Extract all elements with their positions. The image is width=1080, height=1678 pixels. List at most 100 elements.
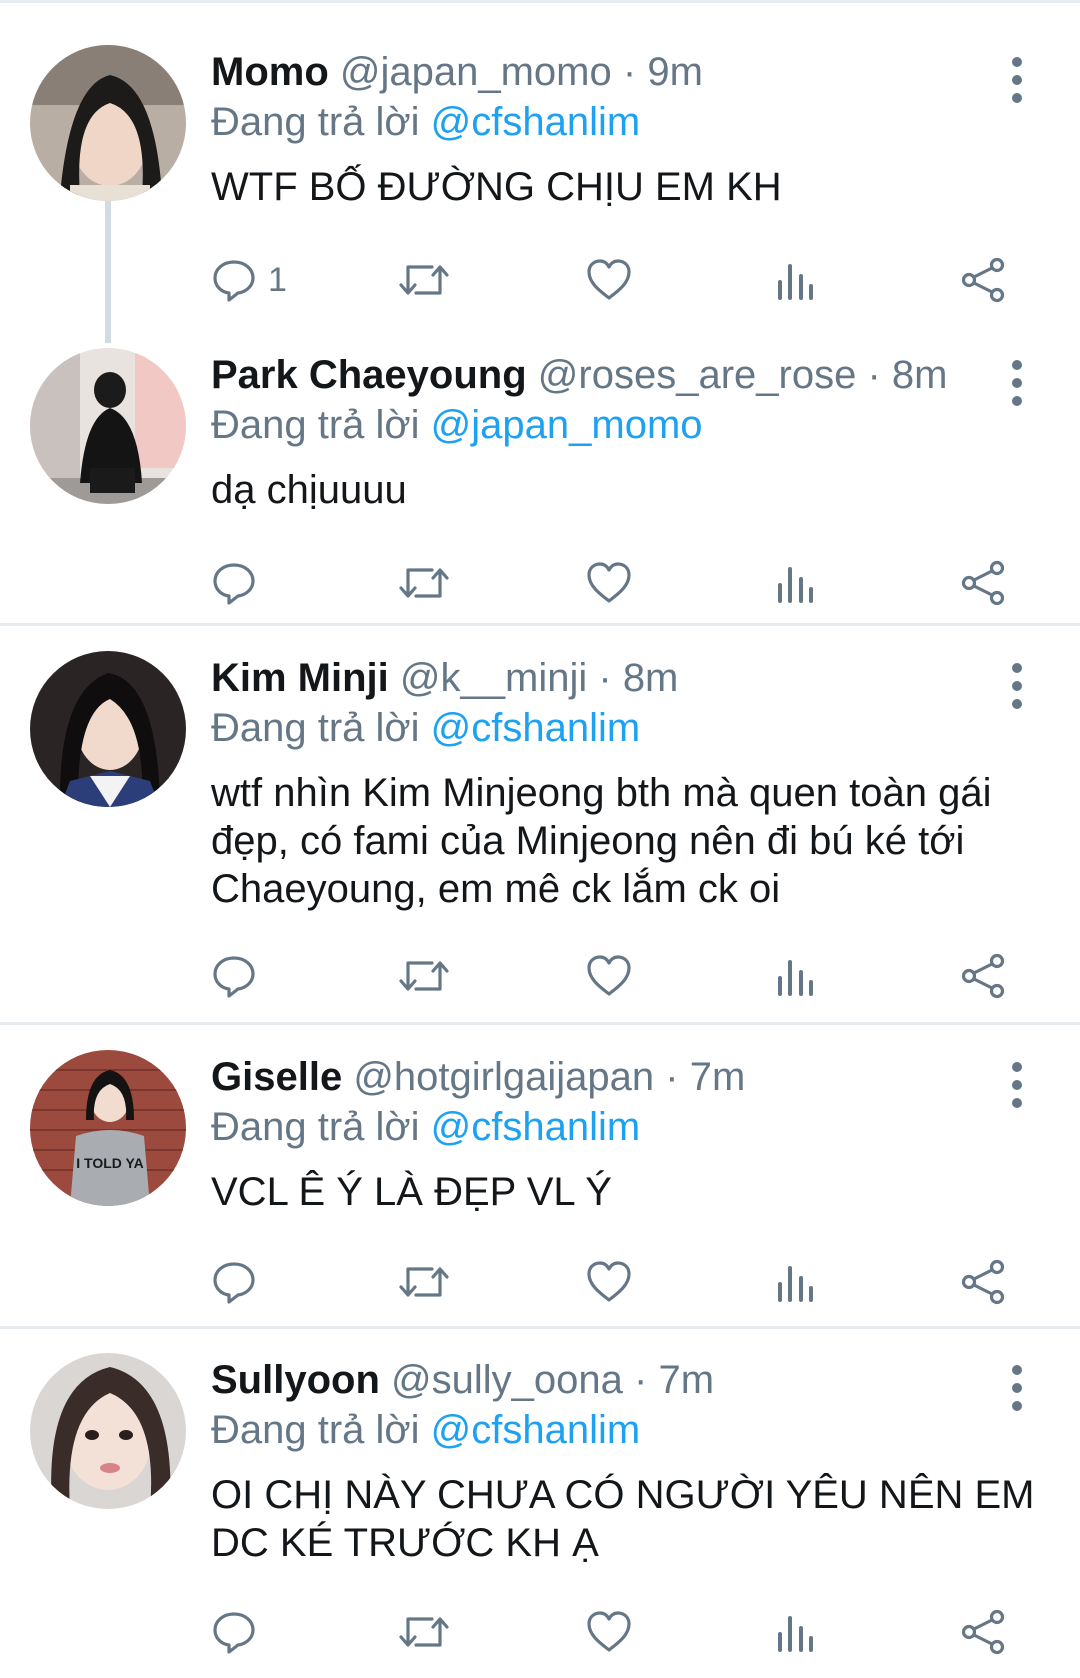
separator-dot: · bbox=[665, 1055, 679, 1099]
username[interactable]: @sully_oona bbox=[391, 1358, 623, 1402]
analytics-button[interactable] bbox=[776, 1252, 816, 1312]
share-button[interactable] bbox=[960, 1252, 1006, 1312]
reply-icon bbox=[213, 1612, 255, 1654]
mention-link[interactable]: @cfshanlim bbox=[431, 1105, 641, 1149]
tweet-actions bbox=[0, 1602, 1080, 1662]
replying-to: Đang trả lời @cfshanlim bbox=[211, 703, 640, 753]
more-options-icon[interactable] bbox=[1000, 1365, 1034, 1415]
tweet-header: Sullyoon @sully_oona · 7m bbox=[211, 1355, 714, 1405]
display-name[interactable]: Park Chaeyoung bbox=[211, 353, 527, 397]
retweet-icon bbox=[399, 961, 449, 991]
separator-dot: · bbox=[598, 656, 612, 700]
more-options-icon[interactable] bbox=[1000, 360, 1034, 410]
analytics-button[interactable] bbox=[776, 946, 816, 1006]
reply-icon bbox=[213, 956, 255, 998]
retweet-button[interactable] bbox=[398, 1602, 450, 1662]
mention-link[interactable]: @cfshanlim bbox=[431, 100, 641, 144]
retweet-icon bbox=[399, 265, 449, 295]
tweet-text: wtf nhìn Kim Minjeong bth mà quen toàn g… bbox=[211, 771, 992, 911]
replying-to: Đang trả lời @japan_momo bbox=[211, 400, 703, 450]
avatar[interactable] bbox=[30, 348, 186, 504]
username[interactable]: @roses_are_rose bbox=[538, 353, 857, 397]
timestamp[interactable]: 8m bbox=[892, 353, 948, 397]
retweet-button[interactable] bbox=[398, 1252, 450, 1312]
separator bbox=[0, 1326, 1080, 1329]
replying-to: Đang trả lời @cfshanlim bbox=[211, 1102, 640, 1152]
analytics-button[interactable] bbox=[776, 250, 816, 310]
more-options-icon[interactable] bbox=[1000, 1062, 1034, 1112]
avatar[interactable] bbox=[30, 45, 186, 201]
separator-dot: · bbox=[634, 1358, 648, 1402]
mention-link[interactable]: @cfshanlim bbox=[431, 706, 641, 750]
separator bbox=[0, 1022, 1080, 1025]
tweet[interactable]: Momo @japan_momo · 9m Đang trả lời @cfsh… bbox=[0, 45, 1080, 335]
more-options-icon[interactable] bbox=[1000, 663, 1034, 713]
reply-button[interactable] bbox=[212, 1602, 268, 1662]
reply-icon bbox=[213, 1262, 255, 1304]
retweet-button[interactable] bbox=[398, 946, 450, 1006]
replying-to-label: Đang trả lời bbox=[211, 1408, 420, 1452]
tweet-text: dạ chịuuuu bbox=[211, 468, 407, 512]
like-icon bbox=[587, 562, 631, 603]
share-button[interactable] bbox=[960, 250, 1006, 310]
share-button[interactable] bbox=[960, 553, 1006, 613]
analytics-button[interactable] bbox=[776, 553, 816, 613]
username[interactable]: @japan_momo bbox=[340, 50, 612, 94]
avatar[interactable] bbox=[30, 651, 186, 807]
reply-button[interactable]: 1 bbox=[212, 250, 287, 310]
reply-button[interactable] bbox=[212, 1252, 268, 1312]
tweet-text: OI CHỊ NÀY CHƯA CÓ NGƯỜI YÊU NÊN EM DC K… bbox=[211, 1473, 1035, 1565]
reply-icon bbox=[213, 260, 255, 302]
tweet-header: Giselle @hotgirlgaijapan · 7m bbox=[211, 1052, 745, 1102]
tweet[interactable]: Park Chaeyoung @roses_are_rose · 8m Đang… bbox=[0, 348, 1080, 618]
share-button[interactable] bbox=[960, 1602, 1006, 1662]
like-icon bbox=[587, 1611, 631, 1652]
more-options-icon[interactable] bbox=[1000, 57, 1034, 107]
tweet-actions bbox=[0, 1252, 1080, 1312]
avatar[interactable]: I TOLD YA bbox=[30, 1050, 186, 1206]
shirt-print: I TOLD YA bbox=[76, 1155, 143, 1171]
like-button[interactable] bbox=[586, 553, 632, 613]
tweet[interactable]: Kim Minji @k__minji · 8m Đang trả lời @c… bbox=[0, 651, 1080, 1011]
display-name[interactable]: Giselle bbox=[211, 1055, 342, 1099]
display-name[interactable]: Sullyoon bbox=[211, 1358, 380, 1402]
analytics-icon bbox=[778, 960, 813, 996]
retweet-button[interactable] bbox=[398, 250, 450, 310]
display-name[interactable]: Momo bbox=[211, 50, 329, 94]
timestamp[interactable]: 9m bbox=[647, 50, 703, 94]
separator bbox=[0, 623, 1080, 626]
analytics-button[interactable] bbox=[776, 1602, 816, 1662]
reply-button[interactable] bbox=[212, 946, 268, 1006]
reply-count: 1 bbox=[268, 260, 287, 299]
replying-to-label: Đang trả lời bbox=[211, 1105, 420, 1149]
analytics-icon bbox=[778, 567, 813, 603]
reply-button[interactable] bbox=[212, 553, 268, 613]
tweet[interactable]: I TOLD YA Giselle @hotgirlgaijapan · 7m … bbox=[0, 1050, 1080, 1320]
timestamp[interactable]: 7m bbox=[658, 1358, 714, 1402]
tweet-actions bbox=[0, 946, 1080, 1006]
replying-to-label: Đang trả lời bbox=[211, 403, 420, 447]
like-button[interactable] bbox=[586, 946, 632, 1006]
like-button[interactable] bbox=[586, 1602, 632, 1662]
username[interactable]: @hotgirlgaijapan bbox=[353, 1055, 654, 1099]
replying-to: Đang trả lời @cfshanlim bbox=[211, 1405, 640, 1455]
retweet-button[interactable] bbox=[398, 553, 450, 613]
tweet-text: WTF BỐ ĐƯỜNG CHỊU EM KH bbox=[211, 165, 782, 209]
like-button[interactable] bbox=[586, 1252, 632, 1312]
analytics-icon bbox=[778, 264, 813, 300]
retweet-icon bbox=[399, 1267, 449, 1297]
mention-link[interactable]: @japan_momo bbox=[431, 403, 703, 447]
tweet[interactable]: Sullyoon @sully_oona · 7m Đang trả lời @… bbox=[0, 1353, 1080, 1673]
share-button[interactable] bbox=[960, 946, 1006, 1006]
timestamp[interactable]: 7m bbox=[690, 1055, 746, 1099]
like-button[interactable] bbox=[586, 250, 632, 310]
username[interactable]: @k__minji bbox=[400, 656, 587, 700]
separator bbox=[0, 0, 1080, 3]
mention-link[interactable]: @cfshanlim bbox=[431, 1408, 641, 1452]
display-name[interactable]: Kim Minji bbox=[211, 656, 389, 700]
timestamp[interactable]: 8m bbox=[623, 656, 679, 700]
retweet-icon bbox=[399, 568, 449, 598]
tweet-header: Kim Minji @k__minji · 8m bbox=[211, 653, 678, 703]
tweet-text: VCL Ê Ý LÀ ĐẸP VL Ý bbox=[211, 1170, 612, 1214]
avatar[interactable] bbox=[30, 1353, 186, 1509]
